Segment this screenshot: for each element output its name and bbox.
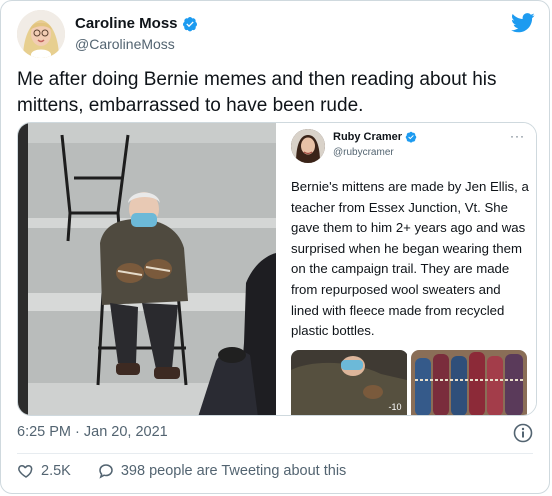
author-name-row[interactable]: Caroline Moss: [75, 15, 198, 32]
conversation-text[interactable]: 398 people are Tweeting about this: [121, 463, 346, 479]
heart-icon: [18, 464, 33, 478]
speech-bubble-icon: [99, 464, 113, 479]
quoted-video-thumbnail[interactable]: -10: [291, 350, 408, 415]
quoted-author-avatar[interactable]: [291, 129, 325, 163]
author-handle[interactable]: @CarolineMoss: [75, 36, 175, 52]
verified-badge-icon: [405, 131, 417, 143]
quoted-mittens-photo[interactable]: [410, 350, 528, 415]
author-avatar-image: [17, 10, 65, 58]
video-time-overlay: -10: [388, 402, 402, 412]
verified-badge-icon: [182, 16, 197, 31]
quoted-author-name-row[interactable]: Ruby Cramer: [333, 131, 417, 143]
quoted-tweet-embed[interactable]: Ruby Cramer @rubycramer ··· Bernie's mit…: [17, 122, 537, 416]
tweet-actions: 2.5K 398 people are Tweeting about this: [17, 462, 346, 480]
quoted-tweet[interactable]: Ruby Cramer @rubycramer ··· Bernie's mit…: [277, 123, 536, 415]
tweet-text: Me after doing Bernie memes and then rea…: [17, 69, 497, 116]
bernie-photo-image: [18, 123, 276, 415]
tweet-timestamp[interactable]: 6:25 PM · Jan 20, 2021: [17, 424, 168, 440]
quoted-author-name[interactable]: Ruby Cramer: [333, 131, 402, 143]
like-count: 2.5K: [41, 463, 71, 479]
author-name[interactable]: Caroline Moss: [75, 15, 178, 32]
quoted-media[interactable]: -10: [291, 350, 528, 415]
divider: [17, 453, 533, 454]
quoted-tweet-text: Bernie's mittens are made by Jen Ellis, …: [291, 179, 529, 339]
info-icon[interactable]: [513, 423, 533, 443]
tweet-card: Caroline Moss @CarolineMoss Me after doi…: [0, 0, 550, 494]
more-options-icon[interactable]: ···: [510, 129, 525, 143]
like-button[interactable]: 2.5K: [17, 462, 71, 480]
bernie-photo[interactable]: [18, 123, 276, 415]
author-avatar[interactable]: [17, 10, 65, 58]
conversation-link[interactable]: 398 people are Tweeting about this: [97, 462, 346, 480]
quoted-author-avatar-image: [291, 129, 325, 163]
mittens-photo-image: [410, 350, 527, 415]
quoted-author-handle[interactable]: @rubycramer: [333, 147, 394, 158]
twitter-bird-icon[interactable]: [511, 13, 535, 33]
